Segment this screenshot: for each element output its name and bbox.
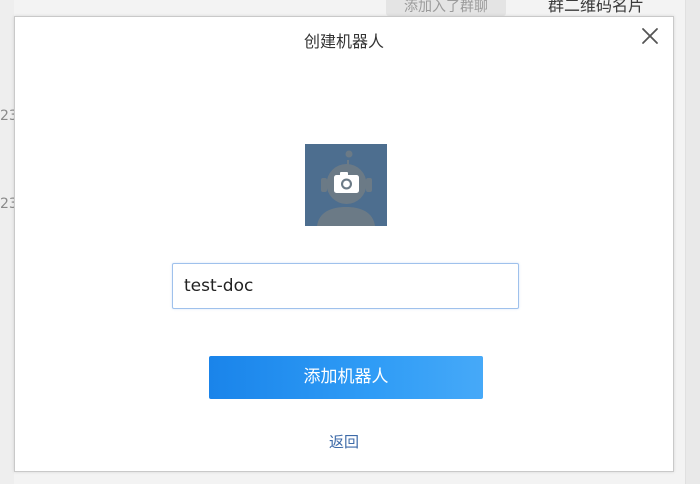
back-link[interactable]: 返回 <box>15 432 673 452</box>
create-robot-dialog: 创建机器人 添加机器人 <box>14 16 674 472</box>
robot-avatar-icon <box>305 144 387 226</box>
close-icon <box>642 28 658 44</box>
robot-name-input[interactable] <box>172 263 519 309</box>
background-top-button: 添加入了群聊 <box>386 0 506 16</box>
robot-avatar-upload[interactable] <box>305 144 387 226</box>
camera-icon <box>334 172 359 193</box>
add-robot-button[interactable]: 添加机器人 <box>209 356 483 399</box>
background-top-title: 群二维码名片 <box>548 0 645 15</box>
background-left-column: 23 23 <box>0 0 18 484</box>
background-right-scrollbar <box>685 0 700 484</box>
close-button[interactable] <box>639 25 661 47</box>
dialog-title: 创建机器人 <box>303 32 384 51</box>
